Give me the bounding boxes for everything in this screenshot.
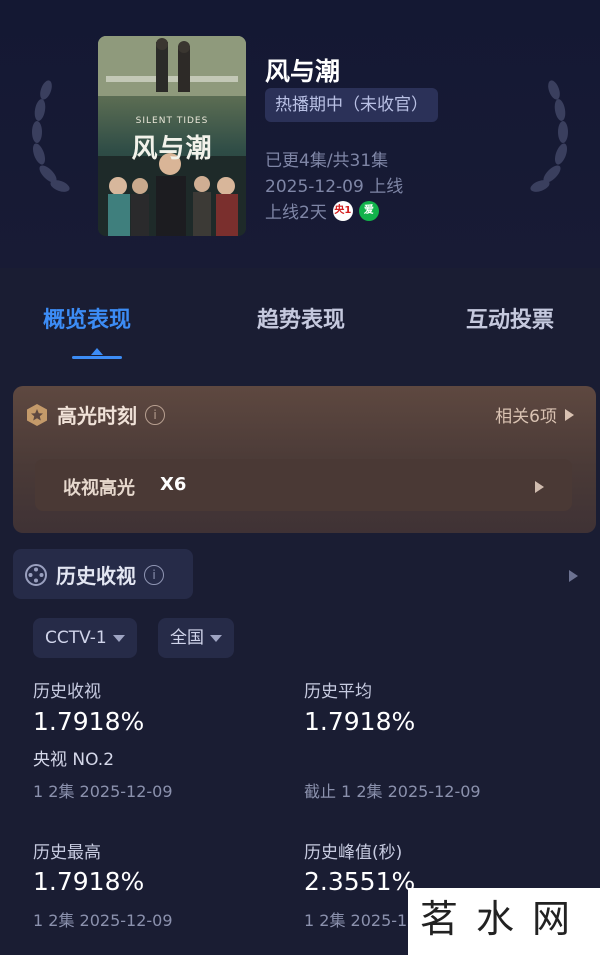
film-reel-icon bbox=[25, 563, 47, 586]
related-items-label: 相关6项 bbox=[495, 407, 557, 427]
ratings-highlight-row[interactable]: 收视高光 X6 bbox=[35, 459, 572, 511]
star-badge-icon bbox=[27, 403, 47, 426]
highlight-header: 高光时刻 i bbox=[25, 400, 165, 429]
region-select-value: 全国 bbox=[170, 628, 204, 648]
channel-select[interactable]: CCTV-1 bbox=[33, 618, 137, 658]
region-select[interactable]: 全国 bbox=[158, 618, 234, 658]
stat-label-highest: 历史最高 bbox=[33, 843, 101, 863]
tab-trend[interactable]: 趋势表现 bbox=[257, 302, 345, 334]
highlight-title: 高光时刻 bbox=[57, 404, 137, 428]
chevron-down-icon bbox=[112, 634, 125, 642]
tab-active-underline bbox=[72, 356, 122, 359]
stat-sub-average: 截止 1 2集 2025-12-09 bbox=[304, 782, 481, 801]
stat-sub-highest: 1 2集 2025-12-09 bbox=[33, 911, 173, 930]
ratings-highlight-count: X6 bbox=[160, 474, 187, 495]
days-online-row: 上线2天 央1 爱 bbox=[265, 198, 379, 223]
tab-bar: 概览表现 趋势表现 互动投票 bbox=[0, 290, 600, 360]
stat-label-average: 历史平均 bbox=[304, 682, 372, 702]
watermark-logo: 茗水网 bbox=[408, 888, 600, 955]
iqiyi-icon[interactable]: 爱 bbox=[358, 200, 379, 221]
show-title: 风与潮 bbox=[265, 57, 341, 86]
tab-active-caret bbox=[91, 348, 103, 355]
related-items-link[interactable]: 相关6项 bbox=[495, 402, 574, 427]
stat-label-history: 历史收视 bbox=[33, 682, 101, 702]
stat-rank-history: 央视 NO.2 bbox=[33, 750, 115, 770]
show-header: SILENT TIDES 风与潮 风与潮 热播期中（未收官） 已更4集/共31集… bbox=[0, 0, 600, 268]
watermark-text: 茗水网 bbox=[419, 897, 588, 941]
info-icon[interactable]: i bbox=[144, 564, 164, 585]
show-poster[interactable]: SILENT TIDES 风与潮 bbox=[98, 36, 246, 236]
play-arrow-icon[interactable] bbox=[569, 567, 578, 586]
highlight-card: 高光时刻 i 相关6项 收视高光 X6 bbox=[13, 386, 596, 533]
episode-count: 已更4集/共31集 bbox=[265, 151, 389, 171]
stat-value-history: 1.7918% bbox=[33, 707, 145, 736]
laurel-right-icon bbox=[530, 80, 568, 192]
play-arrow-icon bbox=[565, 408, 574, 421]
cctv1-icon[interactable]: 央1 bbox=[332, 200, 353, 221]
poster-en-title: SILENT TIDES bbox=[135, 116, 209, 126]
ratings-highlight-label: 收视高光 bbox=[63, 478, 135, 499]
status-badge: 热播期中（未收官） bbox=[265, 88, 438, 122]
stat-value-average: 1.7918% bbox=[304, 707, 416, 736]
air-date: 2025-12-09 上线 bbox=[265, 177, 404, 197]
chevron-down-icon bbox=[210, 634, 222, 642]
play-arrow-icon bbox=[535, 478, 544, 497]
stat-label-peak: 历史峰值(秒) bbox=[304, 843, 403, 863]
history-header: 历史收视 i bbox=[24, 560, 164, 589]
channel-select-value: CCTV-1 bbox=[45, 628, 107, 648]
info-icon[interactable]: i bbox=[145, 404, 165, 425]
poster-cn-title: 风与潮 bbox=[131, 134, 213, 164]
stat-sub-history: 1 2集 2025-12-09 bbox=[33, 782, 173, 801]
laurel-left-icon bbox=[32, 80, 70, 192]
history-title: 历史收视 bbox=[56, 564, 136, 588]
tab-vote[interactable]: 互动投票 bbox=[466, 302, 554, 334]
stat-value-highest: 1.7918% bbox=[33, 867, 145, 896]
stat-value-peak: 2.3551% bbox=[304, 867, 416, 896]
days-online: 上线2天 bbox=[265, 203, 327, 223]
tab-overview[interactable]: 概览表现 bbox=[43, 302, 131, 334]
